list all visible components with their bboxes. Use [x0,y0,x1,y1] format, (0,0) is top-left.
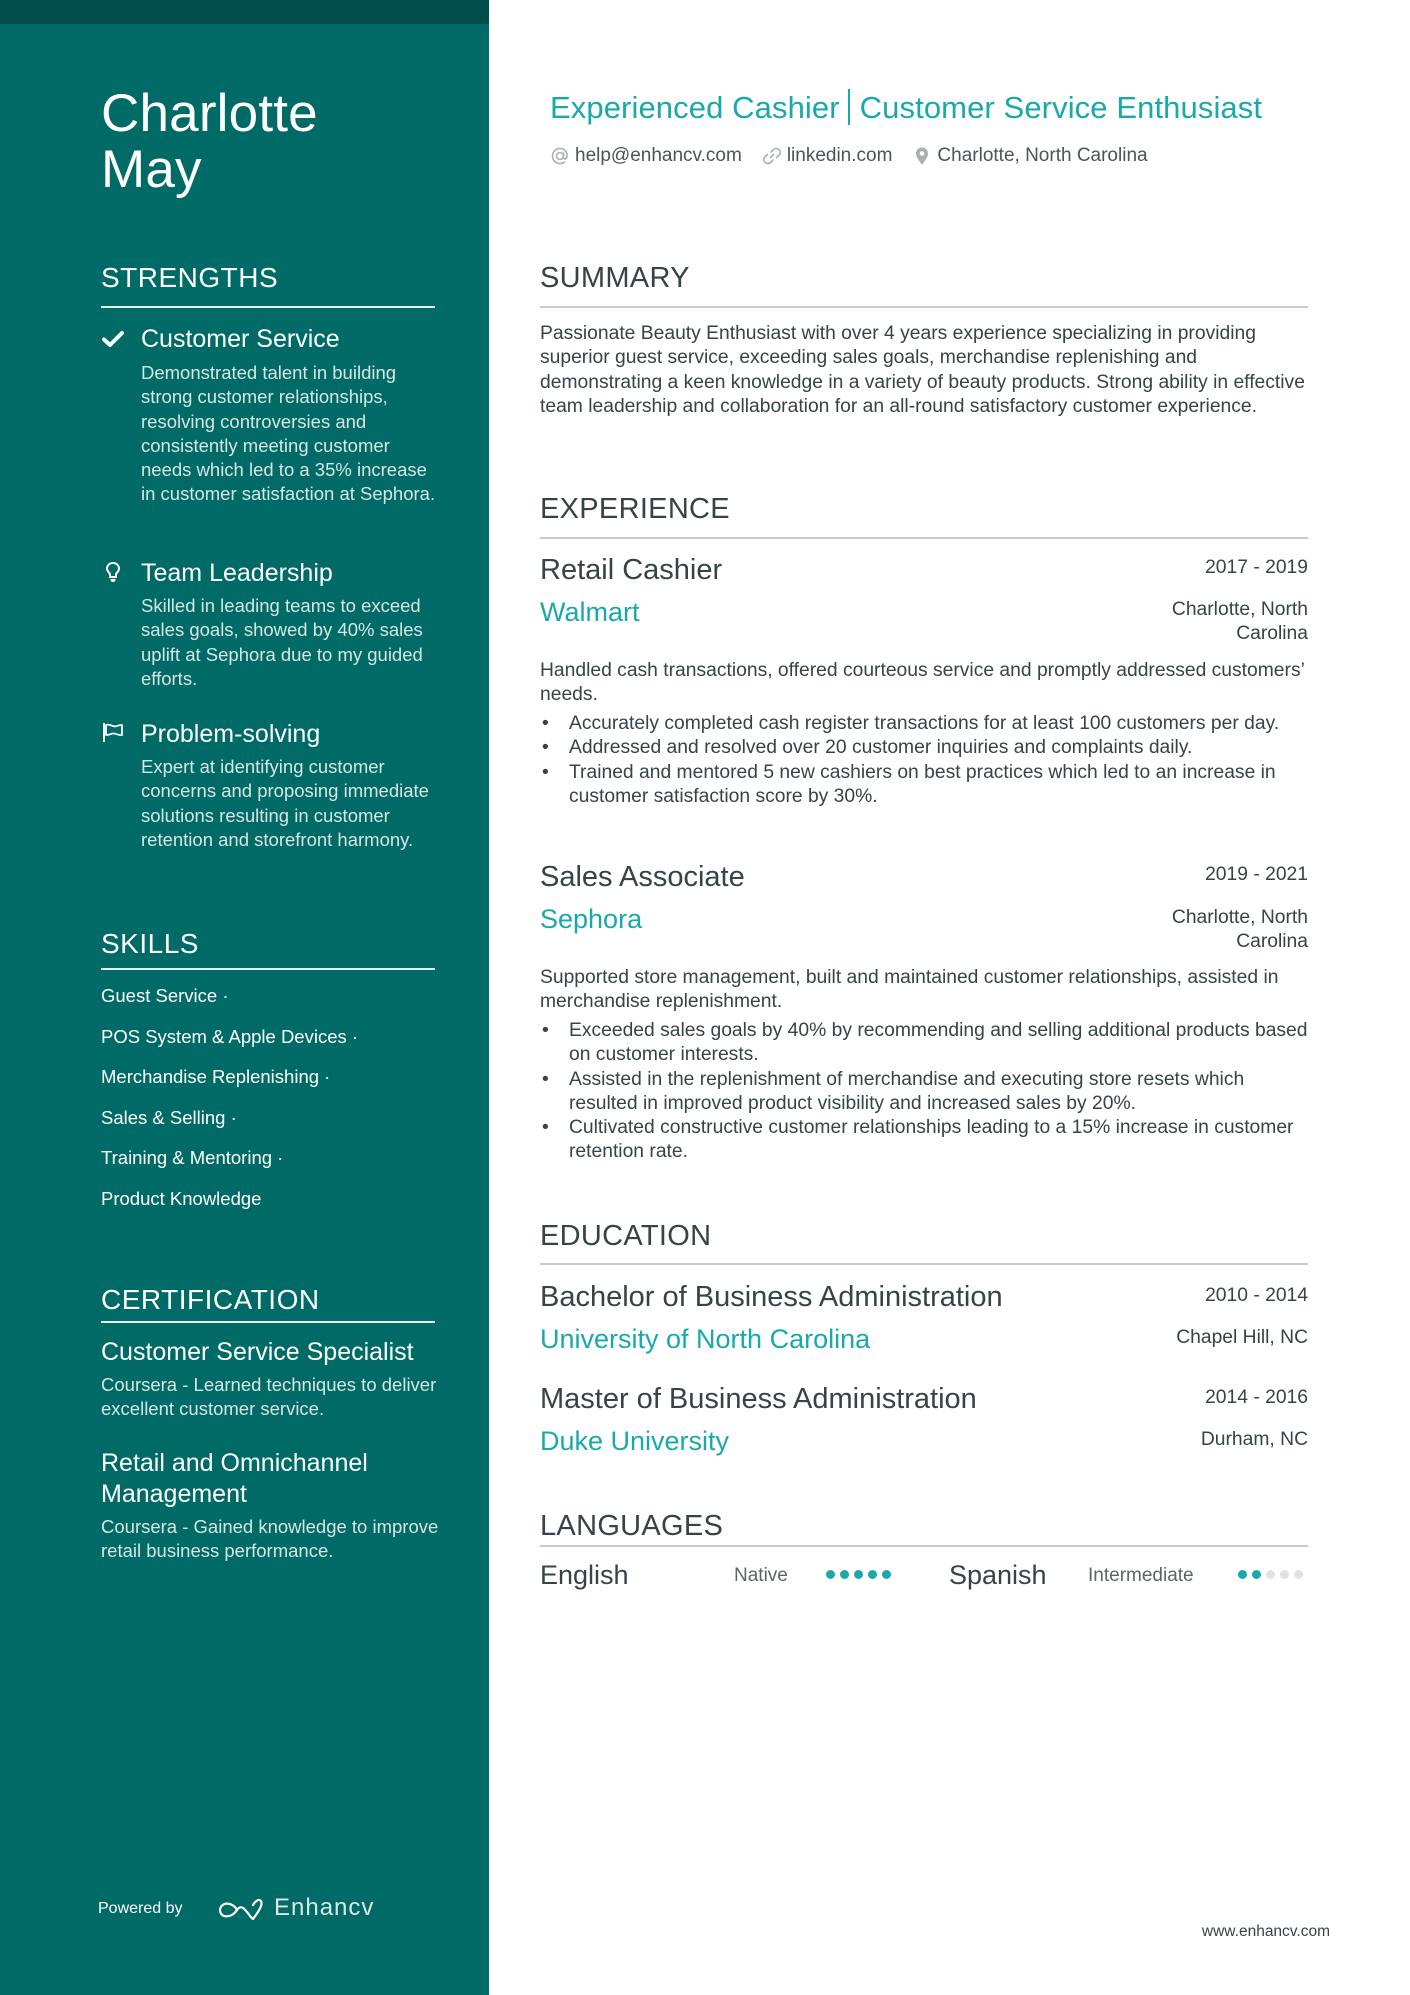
rating-dot-filled [868,1570,877,1579]
strength-description: Expert at identifying customer concerns … [141,756,429,850]
strength-title: Team Leadership [141,559,333,587]
skills-divider [101,968,435,970]
strength-title: Problem-solving [141,720,321,748]
rating-dot-empty [1280,1570,1289,1579]
check-icon [102,331,124,347]
skill-item: Merchandise Replenishing · [101,1066,331,1087]
job-location: Charlotte, North Carolina [1171,907,1308,953]
summary-heading: SUMMARY [540,262,690,294]
language-name: English [540,1560,629,1590]
rating-dot-filled [882,1570,891,1579]
flag-icon [103,723,123,742]
contact-location-text: Charlotte, North Carolina [937,145,1148,166]
education-divider [540,1263,1308,1265]
headline-separator [847,89,850,125]
rating-dot-empty [1294,1570,1303,1579]
candidate-name: Charlotte May [101,86,441,198]
skills-heading: SKILLS [101,928,199,959]
school-name: University of North Carolina [540,1324,871,1354]
sidebar-top-band [0,0,489,24]
headline: Experienced Cashier Customer Service Enth… [550,89,1262,126]
degree-title: Master of Business Administration [540,1383,977,1415]
strength-description: Demonstrated talent in building strong c… [141,362,436,505]
link-icon [762,147,781,165]
summary-divider [540,306,1308,308]
skill-item: Product Knowledge [101,1188,262,1209]
at-icon [551,147,568,165]
rating-dot-filled [1238,1570,1247,1579]
school-name: Duke University [540,1426,730,1456]
sidebar: Charlotte May STRENGTHS Customer Service… [0,0,489,1995]
strength-description: Skilled in leading teams to exceed sales… [141,595,423,689]
contact-location: Charlotte, North Carolina [912,144,1148,168]
contact-email[interactable]: help@enhancv.com [550,144,742,168]
rating-dot-filled [826,1570,835,1579]
certification-description: Coursera - Gained knowledge to improve r… [101,1516,439,1562]
job-description: Supported store management, built and ma… [540,967,1279,1013]
skill-item: Training & Mentoring · [101,1147,284,1168]
contact-linkedin[interactable]: linkedin.com [762,144,893,168]
strengths-divider [101,306,435,308]
job-bullet: Accurately completed cash register trans… [540,712,1308,737]
certification-divider [101,1321,435,1323]
powered-by-label: Powered by [98,1900,183,1917]
job-dates: 2019 - 2021 [1205,864,1308,885]
skill-item: Sales & Selling · [101,1107,237,1128]
name-last: May [101,140,202,199]
headline-tagline: Customer Service Enthusiast [859,90,1263,125]
skill-item: Guest Service · [101,985,229,1006]
job-bullets: Exceeded sales goals by 40% by recommend… [540,1019,1308,1165]
experience-heading: EXPERIENCE [540,493,730,525]
job-company: Sephora [540,904,643,934]
contact-email-text: help@enhancv.com [575,145,742,166]
degree-title: Bachelor of Business Administration [540,1281,1003,1313]
rating-dot-filled [854,1570,863,1579]
job-bullet: Cultivated constructive customer relatio… [540,1116,1308,1165]
rating-dot-empty [1266,1570,1275,1579]
strengths-heading: STRENGTHS [101,262,279,293]
certification-title: Customer Service Specialist [101,1338,414,1366]
location-pin-icon [916,147,929,165]
job-title: Retail Cashier [540,554,723,586]
enhancv-brand[interactable]: Enhancv [274,1894,374,1922]
language-name: Spanish [949,1560,1047,1590]
job-bullets: Accurately completed cash register trans… [540,712,1308,809]
certification-heading: CERTIFICATION [101,1284,320,1315]
strength-title: Customer Service [141,325,340,353]
rating-dot-filled [1252,1570,1261,1579]
certification-description: Coursera - Learned techniques to deliver… [101,1374,437,1420]
footer-url[interactable]: www.enhancv.com [1202,1922,1330,1942]
degree-dates: 2014 - 2016 [1205,1387,1308,1408]
headline-role: Experienced Cashier [550,90,840,125]
certification-title: Retail and Omnichannel Management [101,1449,368,1508]
language-level: Native [734,1565,788,1586]
skill-item: POS System & Apple Devices · [101,1026,359,1047]
lightbulb-icon [105,561,121,582]
language-level: Intermediate [1088,1565,1194,1586]
contact-linkedin-text: linkedin.com [786,145,893,166]
languages-divider [540,1545,1308,1547]
job-bullet: Assisted in the replenishment of merchan… [540,1068,1308,1117]
job-location: Charlotte, North Carolina [1171,599,1308,645]
job-bullet: Exceeded sales goals by 40% by recommend… [540,1019,1308,1068]
school-location: Chapel Hill, NC [1176,1327,1308,1348]
enhancv-logo-icon [218,1898,263,1921]
school-location: Durham, NC [1200,1429,1308,1450]
contact-row: help@enhancv.com linkedin.com Charlotte,… [550,144,1168,168]
job-company: Walmart [540,597,640,627]
summary-text: Passionate Beauty Enthusiast with over 4… [540,323,1305,417]
job-bullet: Addressed and resolved over 20 customer … [540,736,1308,761]
experience-divider [540,537,1308,539]
language-rating [1238,1570,1303,1579]
languages-heading: LANGUAGES [540,1510,724,1542]
job-bullet: Trained and mentored 5 new cashiers on b… [540,761,1308,810]
education-heading: EDUCATION [540,1220,712,1252]
job-dates: 2017 - 2019 [1205,557,1308,578]
name-first: Charlotte [101,84,318,143]
job-description: Handled cash transactions, offered court… [540,660,1305,706]
language-rating [826,1570,891,1579]
job-title: Sales Associate [540,861,745,893]
rating-dot-filled [840,1570,849,1579]
degree-dates: 2010 - 2014 [1205,1285,1308,1306]
